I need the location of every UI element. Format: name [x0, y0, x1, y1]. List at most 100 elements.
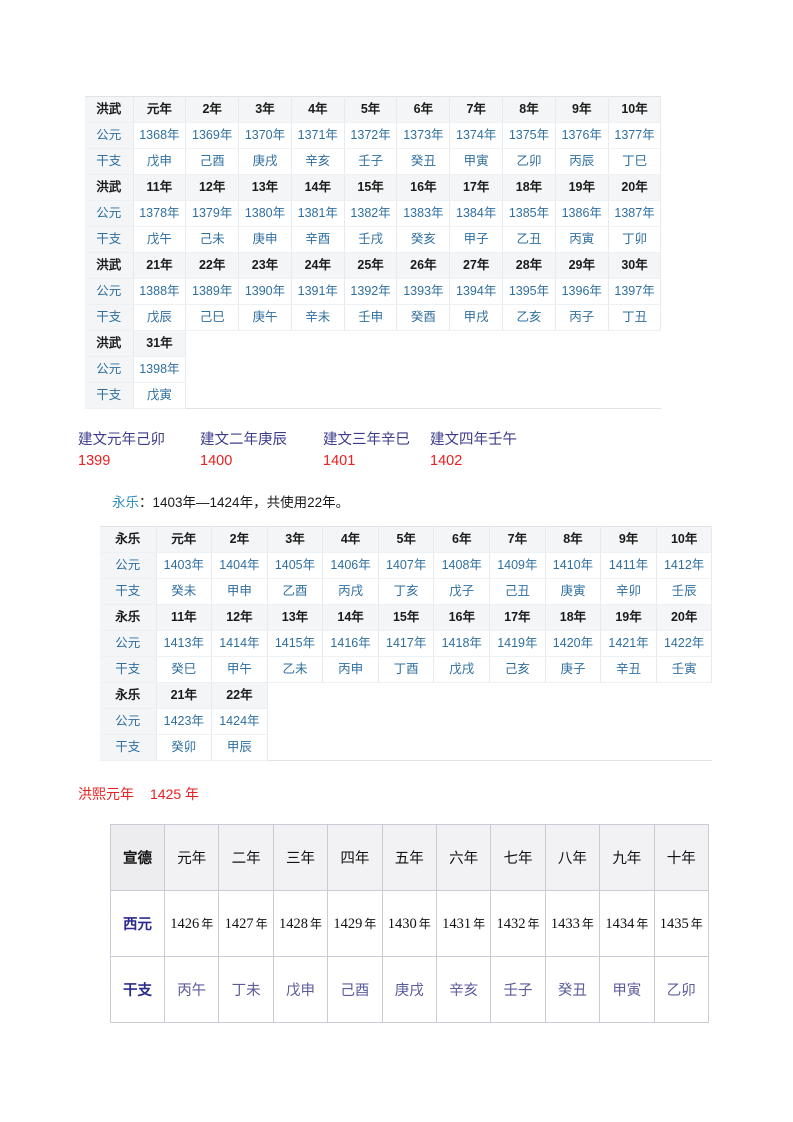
year-unit: 年 — [255, 916, 268, 931]
gregorian-year-cell: 1430 年 — [381, 890, 437, 957]
empty-cell — [433, 682, 490, 709]
era-year-cell: 15年 — [378, 604, 435, 631]
row-label-era: 洪武 — [85, 330, 134, 357]
era-year-cell: 12年 — [185, 174, 240, 201]
era-year-cell: 21年 — [156, 682, 213, 709]
gregorian-year-cell: 1409年 — [489, 552, 546, 579]
gregorian-year-cell: 1372年 — [344, 122, 398, 149]
gregorian-year-cell: 1390年 — [238, 278, 292, 305]
era-year-cell: 2年 — [211, 526, 268, 553]
gregorian-year-cell: 1379年 — [185, 200, 240, 227]
ganzhi-year-cell: 壬寅 — [656, 656, 713, 683]
table-row: 干支 丙午 丁未 戊申 己酉 庚戌 辛亥 壬子 癸丑 甲寅 乙卯 — [110, 956, 709, 1023]
year-unit: 年 — [418, 916, 431, 931]
ganzhi-year-cell: 己丑 — [489, 578, 546, 605]
empty-cell — [185, 382, 239, 409]
era-year-cell: 20年 — [608, 174, 662, 201]
era-year-cell: 13年 — [267, 604, 324, 631]
table-row: 洪武 21年 22年 23年 24年 25年 26年 27年 28年 29年 30年 — [85, 252, 662, 279]
row-label-era: 洪武 — [85, 96, 134, 123]
empty-cell — [489, 682, 546, 709]
empty-cell — [344, 382, 397, 409]
table-row: 西元 1426 年 1427 年 1428 年 1429 年 1430 年 1431 年 1432 年 143… — [110, 890, 709, 957]
year-unit: 年 — [309, 916, 322, 931]
era-year-cell: 3年 — [238, 96, 292, 123]
jianwen-name: 建文四年壬午 — [430, 432, 517, 448]
ganzhi-year-cell: 癸丑 — [544, 956, 601, 1023]
gregorian-year-cell: 1424年 — [211, 708, 268, 735]
gregorian-year-cell: 1432 年 — [490, 890, 546, 957]
row-label-gz: 干支 — [85, 226, 134, 253]
gregorian-year-cell: 1403年 — [156, 552, 213, 579]
empty-cell — [344, 330, 397, 357]
gregorian-year-cell: 1397年 — [608, 278, 662, 305]
era-year-cell: 12年 — [211, 604, 268, 631]
gregorian-year-cell: 1380年 — [238, 200, 292, 227]
yongle-intro-body: ：1403年—1424年，共使用22年。 — [139, 495, 350, 510]
era-year-cell: 元年 — [133, 96, 187, 123]
era-year-cell: 19年 — [555, 174, 609, 201]
gregorian-year-cell: 1383年 — [396, 200, 451, 227]
ganzhi-year-cell: 辛酉 — [291, 226, 345, 253]
table-row: 公元 1423年 1424年 — [100, 708, 712, 735]
ganzhi-year-cell: 丁巳 — [608, 148, 662, 175]
ganzhi-year-cell: 壬子 — [490, 956, 546, 1023]
era-year-cell: 23年 — [238, 252, 292, 279]
era-year-cell: 22年 — [185, 252, 240, 279]
gregorian-year-cell: 1422年 — [656, 630, 713, 657]
gregorian-year-cell: 1377年 — [608, 122, 662, 149]
gregorian-year-cell: 1373年 — [396, 122, 451, 149]
era-year-cell: 22年 — [211, 682, 268, 709]
ganzhi-year-cell: 戊辰 — [133, 304, 187, 331]
ganzhi-year-cell: 戊寅 — [133, 382, 187, 409]
ganzhi-year-cell: 己酉 — [185, 148, 240, 175]
gregorian-year-cell: 1423年 — [156, 708, 213, 735]
gregorian-year-cell: 1414年 — [211, 630, 268, 657]
era-year-cell: 9年 — [600, 526, 657, 553]
row-label-gz: 干支 — [110, 956, 165, 1023]
gregorian-year-cell: 1391年 — [291, 278, 345, 305]
year-unit: 年 — [581, 916, 594, 931]
gregorian-year-cell: 1413年 — [156, 630, 213, 657]
gregorian-year-cell: 1433 年 — [544, 890, 601, 957]
row-label-ce: 公元 — [100, 630, 157, 657]
empty-cell — [600, 682, 657, 709]
era-year-cell: 7年 — [449, 96, 504, 123]
ganzhi-year-cell: 乙卯 — [502, 148, 556, 175]
era-year-cell: 8年 — [545, 526, 602, 553]
gregorian-year-cell: 1410年 — [545, 552, 602, 579]
era-year-cell: 24年 — [291, 252, 345, 279]
empty-cell — [502, 356, 556, 383]
ganzhi-year-cell: 癸亥 — [396, 226, 451, 253]
era-year-cell: 6年 — [433, 526, 491, 553]
hongxi-caption: 洪熙元年 1425 年 — [78, 784, 199, 806]
empty-cell — [600, 708, 657, 735]
yongle-intro-text: 永乐：1403年—1424年，共使用22年。 — [112, 493, 349, 513]
gregorian-year-cell: 1435 年 — [653, 890, 709, 957]
gregorian-year-cell: 1396年 — [555, 278, 609, 305]
era-year-cell: 14年 — [291, 174, 345, 201]
era-year-cell: 11年 — [156, 604, 213, 631]
empty-cell — [608, 356, 661, 383]
era-year-cell: 25年 — [344, 252, 398, 279]
ganzhi-year-cell: 戊申 — [133, 148, 187, 175]
table-row: 永乐 元年 2年 3年 4年 5年 6年 7年 8年 9年 10年 — [100, 526, 713, 553]
gregorian-year-cell: 1392年 — [344, 278, 398, 305]
empty-cell — [608, 382, 661, 409]
table-row: 洪武 11年 12年 13年 14年 15年 16年 17年 18年 19年 20年 — [85, 174, 662, 201]
gregorian-year-cell: 1431 年 — [435, 890, 492, 957]
year-unit: 年 — [527, 916, 540, 931]
era-year-cell: 5年 — [378, 526, 435, 553]
era-year-cell: 15年 — [344, 174, 398, 201]
ganzhi-year-cell: 乙未 — [267, 656, 324, 683]
era-year-cell: 7年 — [489, 526, 546, 553]
era-year-cell: 16年 — [433, 604, 491, 631]
ganzhi-year-cell: 甲申 — [211, 578, 268, 605]
row-label-era: 洪武 — [85, 252, 134, 279]
empty-cell — [322, 708, 379, 735]
era-year-cell: 七年 — [490, 824, 546, 891]
empty-cell — [378, 708, 434, 735]
row-label-ce: 公元 — [100, 708, 157, 735]
ganzhi-year-cell: 甲寅 — [449, 148, 504, 175]
table-row: 干支 戊午 己未 庚申 辛酉 壬戌 癸亥 甲子 乙丑 丙寅 丁卯 — [85, 226, 662, 253]
